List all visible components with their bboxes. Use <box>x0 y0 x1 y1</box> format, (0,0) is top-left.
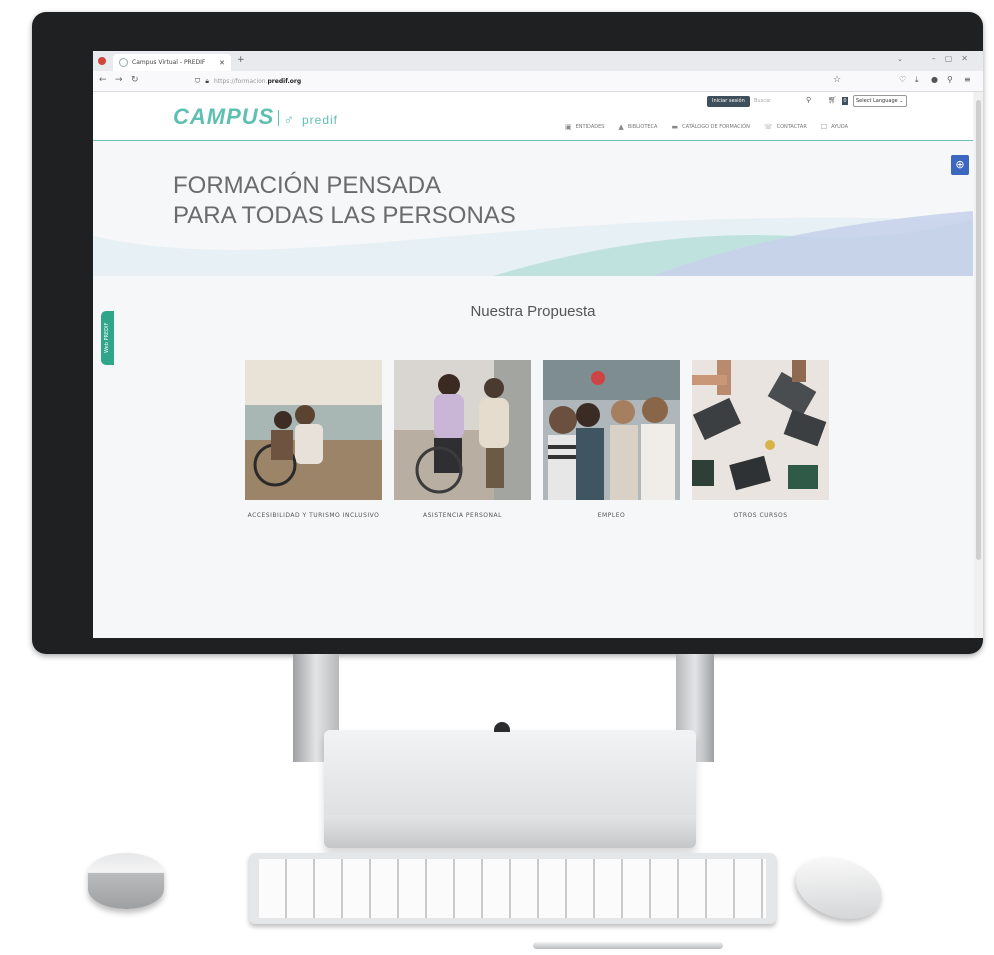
cart-count-badge: 0 <box>842 97 848 105</box>
keyboard-keys <box>259 859 766 918</box>
stylus-pen <box>533 942 723 949</box>
computer-base-front <box>324 815 696 848</box>
browser-tab[interactable]: Campus Virtual - PREDIF ✕ <box>113 54 231 71</box>
campus-predif-logo[interactable]: CAMPUS ♂ predif <box>173 104 338 130</box>
card-photo-otros <box>692 360 829 500</box>
address-bar[interactable]: ⛉ 🔒︎ https://formacion. predif.org <box>195 74 815 88</box>
download-icon[interactable]: ⤓ <box>915 75 919 85</box>
language-select-value: Select Language <box>856 98 898 104</box>
card-photo-accesibilidad <box>245 360 382 500</box>
mouse <box>788 846 890 930</box>
course-card-accesibilidad[interactable]: ACCESIBILIDAD Y TURISMO INCLUSIVO <box>245 360 382 519</box>
building-icon: ▣ <box>565 123 572 131</box>
menu-item-catalogo[interactable]: ▬ CATÁLOGO DE FORMACIÓN <box>671 123 749 131</box>
menu-item-label: AYUDA <box>831 124 849 130</box>
pocket-icon[interactable]: ♡ <box>899 75 906 84</box>
menu-item-contactar[interactable]: ☏ CONTACTAR <box>764 123 807 131</box>
logo-campus-text: CAMPUS <box>173 104 275 129</box>
card-label: ACCESIBILIDAD Y TURISMO INCLUSIVO <box>247 512 380 519</box>
stand-hinge <box>494 722 510 732</box>
menu-item-label: CATÁLOGO DE FORMACIÓN <box>682 124 750 130</box>
card-label: ASISTENCIA PERSONAL <box>423 512 502 519</box>
main-menu: ▣ ENTIDADES ▲ BIBLIOTECA ▬ CATÁLOGO DE F… <box>565 123 848 131</box>
tab-title: Campus Virtual - PREDIF <box>132 59 206 66</box>
chevron-down-icon: ⌄ <box>899 98 904 104</box>
course-card-asistencia[interactable]: ASISTENCIA PERSONAL <box>394 360 531 519</box>
card-image[interactable] <box>394 360 531 500</box>
cart-icon[interactable]: 🛒︎ <box>828 96 837 104</box>
menu-hamburger-icon[interactable]: ≡ <box>964 75 971 84</box>
catalog-icon: ▬ <box>671 123 679 131</box>
lock-icon: 🔒︎ <box>205 76 209 85</box>
menu-item-label: BIBLIOTECA <box>627 124 658 130</box>
page-scrollbar[interactable] <box>974 92 983 638</box>
menu-item-label: ENTIDADES <box>575 124 605 130</box>
site-header: CAMPUS ♂ predif Iniciar sesión Buscar ⚲ 🛒… <box>93 92 973 141</box>
browser-screen: Campus Virtual - PREDIF ✕ + ⌄ –▢✕ ← → ↻ … <box>93 51 983 638</box>
predif-logo-icon: ♂ <box>283 111 295 127</box>
card-label: OTROS CURSOS <box>733 512 788 519</box>
surface-dial <box>88 853 164 909</box>
search-icon[interactable]: ⚲ <box>806 96 811 104</box>
card-photo-asistencia <box>394 360 531 500</box>
search-input[interactable]: Buscar <box>750 96 824 107</box>
course-card-empleo[interactable]: EMPLEO <box>543 360 680 519</box>
menu-item-label: CONTACTAR <box>776 124 807 130</box>
card-photo-empleo <box>543 360 680 500</box>
accessibility-button[interactable]: ⊕ <box>951 155 969 175</box>
extensions-icon[interactable]: ⚲ <box>947 75 953 84</box>
card-image[interactable] <box>245 360 382 500</box>
reload-icon[interactable]: ↻ <box>131 75 139 85</box>
course-card-otros[interactable]: OTROS CURSOS <box>692 360 829 519</box>
keyboard <box>249 853 776 924</box>
help-icon: ☐ <box>820 123 828 131</box>
menu-item-entidades[interactable]: ▣ ENTIDADES <box>565 123 604 131</box>
section-title: Nuestra Propuesta <box>470 303 596 320</box>
browser-navigation-bar: ← → ↻ ⛉ 🔒︎ https://formacion. predif.org … <box>93 71 983 92</box>
accessibility-icon: ⊕ <box>955 158 965 171</box>
browser-tab-bar: Campus Virtual - PREDIF ✕ + ⌄ –▢✕ <box>93 51 983 71</box>
shield-icon: ⛉ <box>195 76 201 85</box>
account-icon[interactable]: ● <box>931 75 938 84</box>
language-select[interactable]: Select Language ⌄ <box>853 95 907 107</box>
tab-list-chevron-icon[interactable]: ⌄ <box>897 55 903 63</box>
hero-title: FORMACIÓN PENSADA PARA TODAS LAS PERSONA… <box>173 171 516 231</box>
monitor-bezel: Campus Virtual - PREDIF ✕ + ⌄ –▢✕ ← → ↻ … <box>32 12 983 654</box>
new-tab-icon[interactable]: + <box>237 55 245 65</box>
library-icon: ▲ <box>618 123 624 131</box>
menu-item-ayuda[interactable]: ☐ AYUDA <box>821 123 848 131</box>
back-icon[interactable]: ← <box>99 75 107 85</box>
forward-icon[interactable]: → <box>115 75 123 85</box>
firefox-icon <box>98 57 106 65</box>
card-image[interactable] <box>692 360 829 500</box>
scrollbar-thumb[interactable] <box>976 100 981 560</box>
tab-favicon-icon <box>119 58 128 67</box>
bookmark-star-icon[interactable]: ☆ <box>833 75 841 85</box>
menu-item-biblioteca[interactable]: ▲ BIBLIOTECA <box>618 123 657 131</box>
hero-banner: FORMACIÓN PENSADA PARA TODAS LAS PERSONA… <box>93 141 973 276</box>
window-controls[interactable]: –▢✕ <box>932 54 977 63</box>
url-prefix: https://formacion. <box>213 77 268 85</box>
close-tab-icon[interactable]: ✕ <box>219 59 225 67</box>
logo-predif-text: predif <box>301 113 338 127</box>
hero-title-line1: FORMACIÓN PENSADA <box>173 172 442 199</box>
login-button[interactable]: Iniciar sesión <box>707 96 750 107</box>
contact-icon: ☏ <box>763 123 773 131</box>
card-label: EMPLEO <box>597 512 626 519</box>
url-domain: predif.org <box>267 77 302 85</box>
hero-title-line2: PARA TODAS LAS PERSONAS <box>173 202 516 229</box>
card-image[interactable] <box>543 360 680 500</box>
